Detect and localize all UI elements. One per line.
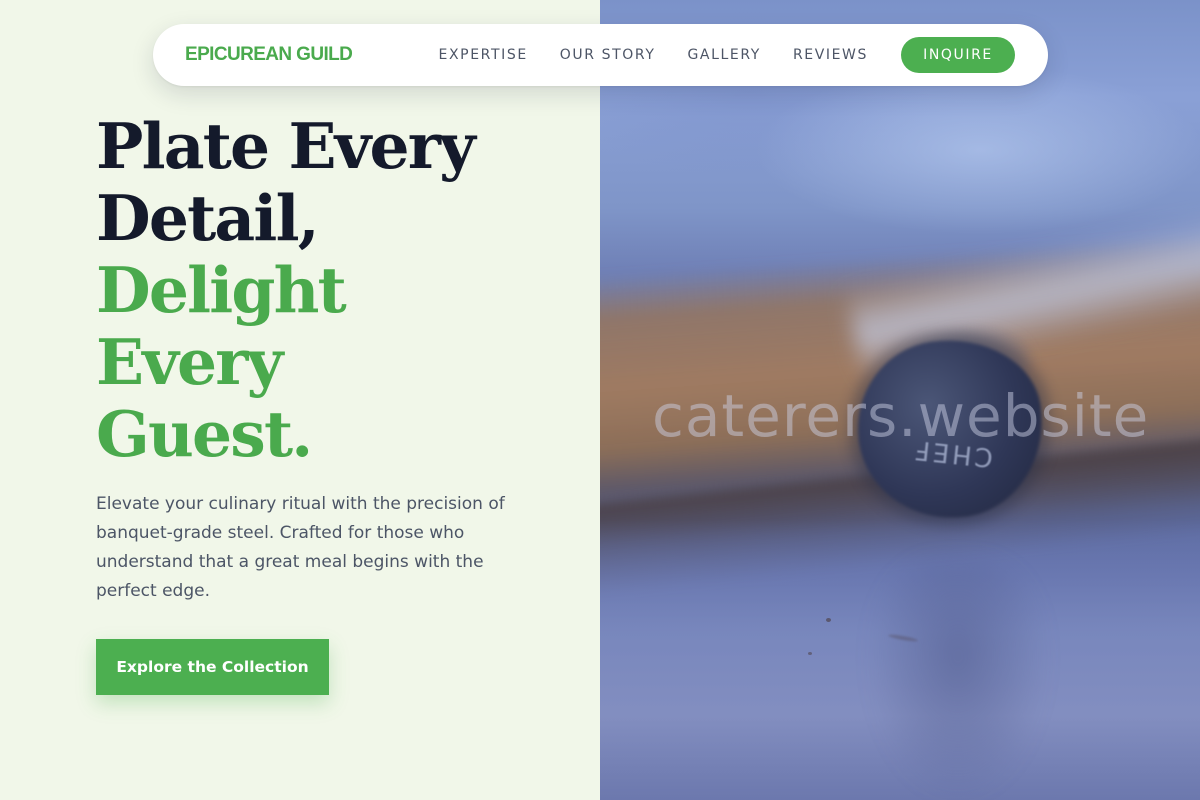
watermark: caterers.website — [652, 382, 1150, 450]
hero-title-accent-line: Guest. — [96, 397, 313, 471]
hero-title-line: Plate Every — [96, 109, 476, 183]
hero-image: CHEF caterers.website — [600, 0, 1200, 800]
nav-link-reviews[interactable]: REVIEWS — [793, 47, 868, 63]
hero-title-line: Detail, — [96, 181, 320, 255]
hero-title-accent-line: Delight — [96, 253, 347, 327]
inquire-button[interactable]: INQUIRE — [901, 37, 1015, 73]
nav-link-expertise[interactable]: EXPERTISE — [439, 47, 528, 63]
crumb — [808, 652, 812, 655]
hero-description: Elevate your culinary ritual with the pr… — [96, 494, 505, 601]
nav-link-our-story[interactable]: OUR STORY — [560, 47, 656, 63]
navbar: EPICUREAN GUILD EXPERTISE OUR STORY GALL… — [153, 24, 1048, 86]
nav-link-gallery[interactable]: GALLERY — [687, 47, 760, 63]
brand-logo[interactable]: EPICUREAN GUILD — [185, 44, 353, 66]
handle-reflection — [868, 560, 1048, 800]
explore-collection-button[interactable]: Explore the Collection — [96, 639, 329, 695]
hero-title: Plate Every Detail, Delight Every Guest. — [96, 110, 576, 470]
nav-links: EXPERTISE OUR STORY GALLERY REVIEWS — [439, 47, 868, 63]
crumb — [826, 618, 831, 622]
hero-title-accent-line: Every — [96, 325, 283, 399]
